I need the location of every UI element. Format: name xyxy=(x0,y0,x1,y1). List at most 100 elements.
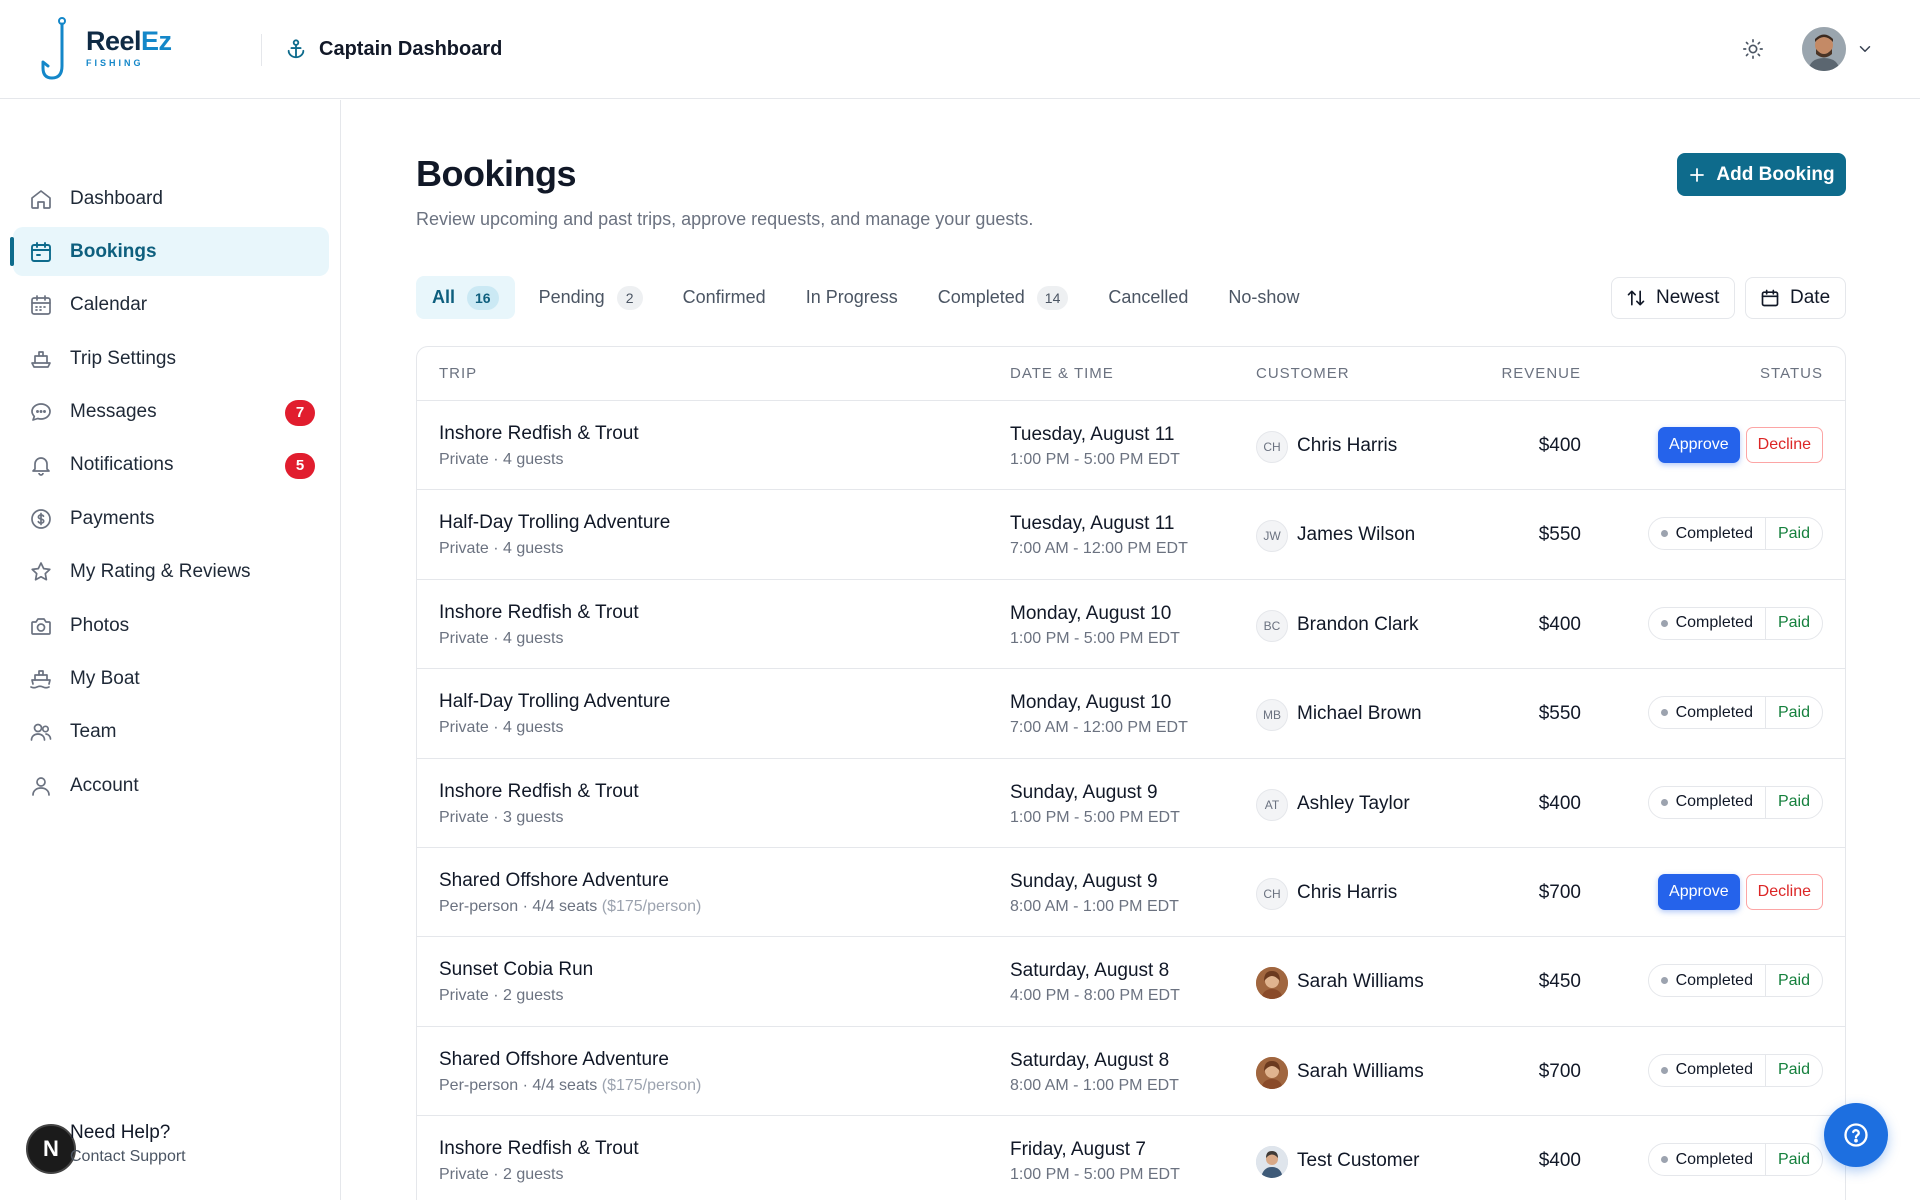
reelez-logo[interactable]: ReelEz FISHING xyxy=(40,16,190,82)
table-row[interactable]: Half-Day Trolling Adventure Private · 4 … xyxy=(417,490,1845,580)
table-row[interactable]: Inshore Redfish & Trout Private · 3 gues… xyxy=(417,759,1845,848)
sidebar-item-my-boat[interactable]: My Boat xyxy=(13,655,329,704)
sidebar-item-label: Bookings xyxy=(70,240,157,262)
date-filter-button[interactable]: Date xyxy=(1745,277,1846,319)
trip-date: Saturday, August 8 xyxy=(1010,960,1170,982)
chevron-down-icon xyxy=(1859,46,1871,52)
payment-status: Paid xyxy=(1777,971,1810,989)
help-contact-support[interactable]: N Need Help? Contact Support xyxy=(26,1122,286,1174)
sidebar-item-payments[interactable]: Payments xyxy=(13,494,329,543)
tab-pending[interactable]: Pending 2 xyxy=(523,276,659,319)
status-badge-group: Completed Paid xyxy=(1647,1053,1823,1087)
status-dot xyxy=(1660,798,1668,806)
help-avatar[interactable]: N xyxy=(26,1124,76,1174)
notifications-count-badge: 5 xyxy=(285,452,315,479)
trip-date: Sunday, August 9 xyxy=(1010,781,1158,803)
tab-count: 16 xyxy=(467,285,499,310)
trip-name: Inshore Redfish & Trout xyxy=(439,423,639,444)
status-text: Completed xyxy=(1675,971,1753,989)
decline-button[interactable]: Decline xyxy=(1745,873,1823,910)
tab-all[interactable]: All 16 xyxy=(416,276,515,319)
payment-status: Paid xyxy=(1777,524,1810,542)
status-dot xyxy=(1660,1066,1668,1074)
sidebar-item-team[interactable]: Team xyxy=(13,708,329,757)
customer-initials-avatar: JW xyxy=(1256,520,1288,553)
home-icon xyxy=(28,186,54,212)
sort-newest-button[interactable]: Newest xyxy=(1611,277,1735,319)
status-badge-group: Completed Paid xyxy=(1647,1142,1823,1177)
trip-meta: Private · 2 guests xyxy=(439,987,564,1005)
status-badge-group: Completed Paid xyxy=(1647,963,1823,998)
customer-name: Chris Harris xyxy=(1297,881,1398,903)
trip-name: Inshore Redfish & Trout xyxy=(439,601,639,623)
trip-time: 8:00 AM - 1:00 PM EDT xyxy=(1010,897,1179,915)
trip-date: Saturday, August 8 xyxy=(1010,1049,1170,1071)
sidebar-item-label: Trip Settings xyxy=(70,347,176,369)
sidebar-item-calendar[interactable]: Calendar xyxy=(13,281,329,330)
sidebar-item-messages[interactable]: Messages 7 xyxy=(13,388,329,437)
help-chat-button[interactable] xyxy=(1824,1103,1888,1167)
payment-status: Paid xyxy=(1777,1061,1810,1079)
revenue-amount: $400 xyxy=(1538,792,1581,814)
status-badge-group: Completed Paid xyxy=(1647,695,1823,730)
contact-support-link[interactable]: Contact Support xyxy=(70,1148,186,1166)
header-title-group: Captain Dashboard xyxy=(285,34,502,64)
trip-date: Monday, August 10 xyxy=(1010,692,1172,714)
customer-name: Sarah Williams xyxy=(1297,971,1424,993)
plus-icon xyxy=(1690,167,1705,182)
sidebar-item-trip-settings[interactable]: Trip Settings xyxy=(13,334,329,383)
tab-in-progress[interactable]: In Progress xyxy=(790,276,914,319)
status-dot xyxy=(1660,977,1668,985)
fishing-hook-icon xyxy=(41,17,66,80)
calendar-icon xyxy=(28,239,54,265)
table-row[interactable]: Half-Day Trolling Adventure Private · 4 … xyxy=(417,669,1845,759)
help-question-icon xyxy=(1844,1123,1868,1147)
sidebar-item-account[interactable]: Account xyxy=(13,761,329,810)
sidebar-item-dashboard[interactable]: Dashboard xyxy=(13,174,329,223)
tab-cancelled[interactable]: Cancelled xyxy=(1092,276,1204,319)
theme-toggle-button[interactable] xyxy=(1738,34,1768,64)
column-header-trip: TRIP xyxy=(439,365,478,382)
sidebar-item-rating-reviews[interactable]: My Rating & Reviews xyxy=(13,548,329,597)
customer-name: Michael Brown xyxy=(1297,703,1422,725)
trip-date: Tuesday, August 11 xyxy=(1010,513,1175,535)
messages-count-badge: 7 xyxy=(285,399,315,426)
trip-date: Friday, August 7 xyxy=(1010,1139,1146,1161)
customer-initials-avatar: AT xyxy=(1256,788,1288,821)
decline-button[interactable]: Decline xyxy=(1745,427,1823,463)
tab-confirmed[interactable]: Confirmed xyxy=(667,276,782,319)
page-subtitle: Review upcoming and past trips, approve … xyxy=(416,209,1034,229)
booking-filter-tabs: All 16 Pending 2 Confirmed In Progress C… xyxy=(416,276,1323,319)
tab-label: All xyxy=(432,287,456,307)
customer-initials-avatar: BC xyxy=(1256,609,1288,642)
sidebar-item-bookings[interactable]: Bookings xyxy=(10,227,329,277)
add-booking-button[interactable]: Add Booking xyxy=(1677,153,1846,196)
table-row[interactable]: Shared Offshore Adventure Per-person · 4… xyxy=(417,848,1845,938)
table-row[interactable]: Inshore Redfish & Trout Private · 2 gues… xyxy=(417,1116,1845,1200)
approve-button[interactable]: Approve xyxy=(1658,873,1740,910)
sort-label: Newest xyxy=(1656,287,1720,308)
status-badge: Completed Paid xyxy=(1647,785,1823,819)
header-divider xyxy=(261,34,262,66)
customer-initials-avatar: CH xyxy=(1256,431,1288,463)
header-title: Captain Dashboard xyxy=(319,37,503,60)
revenue-amount: $400 xyxy=(1538,1150,1581,1172)
approve-button[interactable]: Approve xyxy=(1658,427,1740,463)
calendar-grid-icon xyxy=(28,292,54,318)
status-badge: Completed Paid xyxy=(1647,517,1823,551)
account-menu-button[interactable] xyxy=(1802,27,1878,71)
trip-time: 1:00 PM - 5:00 PM EDT xyxy=(1010,808,1180,826)
table-row[interactable]: Sunset Cobia Run Private · 2 guests Satu… xyxy=(417,937,1845,1027)
sidebar-item-photos[interactable]: Photos xyxy=(13,601,329,650)
column-header-status: STATUS xyxy=(1760,365,1823,382)
table-row[interactable]: Shared Offshore Adventure Per-person · 4… xyxy=(417,1027,1845,1117)
tab-no-show[interactable]: No-show xyxy=(1212,276,1315,319)
tab-completed[interactable]: Completed 14 xyxy=(922,276,1085,319)
anchor-icon xyxy=(287,39,305,59)
status-text-wrap: Completed xyxy=(1649,1054,1766,1086)
table-row[interactable]: Inshore Redfish & Trout Private · 4 gues… xyxy=(417,401,1845,491)
trip-name: Sunset Cobia Run xyxy=(439,959,594,981)
trip-meta: Private · 4 guests xyxy=(439,629,564,647)
sidebar-item-notifications[interactable]: Notifications 5 xyxy=(13,441,329,490)
table-row[interactable]: Inshore Redfish & Trout Private · 4 gues… xyxy=(417,580,1845,670)
